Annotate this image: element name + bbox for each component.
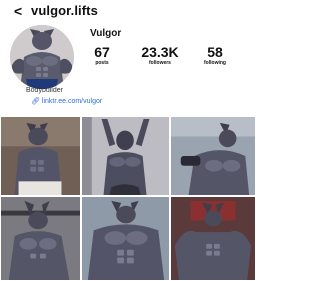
- following-label: following: [204, 60, 226, 66]
- followers-count: 23.3K: [141, 44, 179, 60]
- stat-followers[interactable]: 23.3K followers: [140, 44, 180, 66]
- avatar[interactable]: [10, 25, 74, 89]
- link-text: linktr.ee.com/vulgor: [41, 97, 103, 105]
- top-bar: < vulgor.lifts: [0, 0, 256, 22]
- post-tile-3[interactable]: [170, 116, 256, 196]
- followers-label: followers: [149, 60, 171, 66]
- post-tile-6[interactable]: [170, 196, 256, 281]
- post-tile-4[interactable]: [0, 196, 81, 281]
- post-image: [171, 117, 255, 195]
- post-tile-1[interactable]: [0, 116, 81, 196]
- following-count: 58: [207, 44, 223, 60]
- post-tile-5[interactable]: [81, 196, 170, 281]
- bio-text: Bodybuilder: [26, 87, 63, 94]
- post-image: [1, 197, 80, 280]
- link-icon: 🔗︎: [31, 98, 40, 105]
- profile-header: Vulgor 67 posts 23.3K followers 58 follo…: [0, 22, 256, 114]
- post-grid: [0, 116, 256, 281]
- post-image: [1, 117, 80, 195]
- posts-label: posts: [95, 60, 109, 66]
- username-title: vulgor.lifts: [31, 3, 98, 18]
- profile-link[interactable]: 🔗︎ linktr.ee.com/vulgor: [31, 97, 103, 106]
- post-tile-2[interactable]: [81, 116, 170, 196]
- post-image: [82, 197, 169, 280]
- posts-count: 67: [94, 44, 110, 60]
- post-image: [171, 197, 255, 280]
- chevron-left-icon[interactable]: <: [14, 4, 22, 18]
- stat-following[interactable]: 58 following: [204, 44, 226, 66]
- avatar-image: [10, 25, 74, 89]
- display-name: Vulgor: [90, 28, 122, 39]
- post-image: [82, 117, 169, 195]
- stat-posts[interactable]: 67 posts: [92, 44, 112, 66]
